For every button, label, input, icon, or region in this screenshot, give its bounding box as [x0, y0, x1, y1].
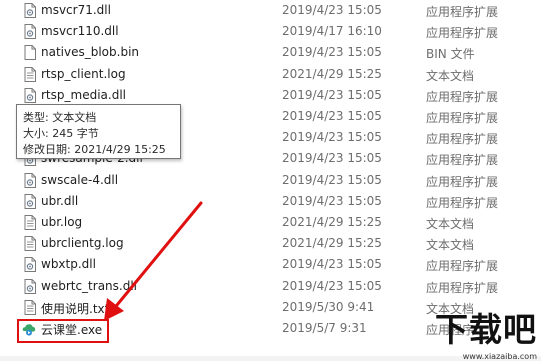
- watermark: 下载吧 www.xiazaiba.com: [405, 303, 541, 361]
- watermark-url: www.xiazaiba.com: [462, 352, 537, 361]
- watermark-logo: 下载吧: [435, 310, 537, 349]
- file-explorer-view: msvcr71.dll 2019/4/23 15:05 应用程序扩展 msvcr110…: [0, 0, 541, 361]
